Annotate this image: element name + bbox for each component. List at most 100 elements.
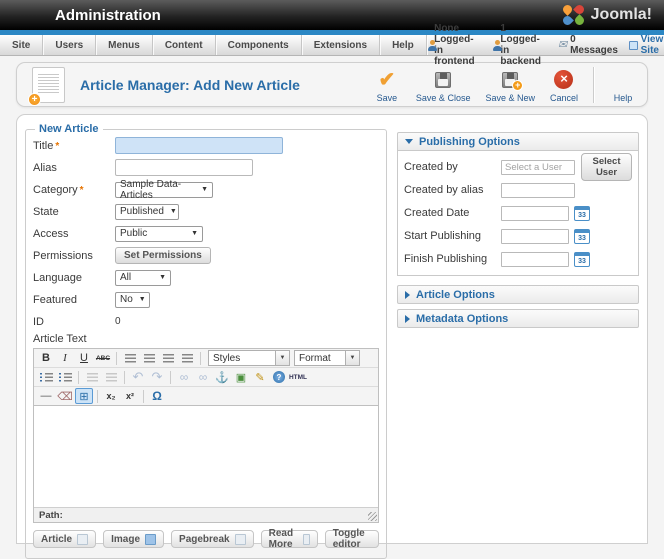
insert-table-button[interactable]: ⊞ [75, 388, 93, 404]
toggle-editor-button[interactable]: Toggle editor [325, 530, 379, 548]
anchor-button[interactable]: ⚓ [213, 369, 231, 385]
title-input[interactable] [115, 137, 283, 154]
subscript-button[interactable]: x₂ [102, 388, 120, 404]
article-options-header[interactable]: Article Options [397, 285, 639, 304]
article-text-editor: B I U ABC Styles▼ Format▼ [33, 348, 379, 523]
menu-item-site[interactable]: Site [0, 35, 43, 55]
access-select[interactable]: Public▼ [115, 226, 203, 242]
finish-publishing-row: Finish Publishing 33 [404, 251, 632, 267]
help-globe-icon: ? [273, 371, 285, 383]
created-by-row: Created by Select User [404, 159, 632, 175]
numbered-list-button[interactable] [56, 369, 74, 385]
category-select[interactable]: Sample Data-Articles▼ [115, 182, 213, 198]
article-form-column: New Article Title* Alias Category* Sampl… [25, 123, 387, 559]
created-by-input[interactable] [501, 160, 575, 175]
calendar-icon[interactable]: 33 [574, 206, 590, 221]
page-toolbar: + Article Manager: Add New Article ✔ Sav… [16, 62, 648, 107]
publishing-options-header[interactable]: Publishing Options [397, 132, 639, 151]
caret-down-icon: ▼ [345, 351, 359, 365]
insert-image-modal-button[interactable]: Image [103, 530, 164, 548]
insert-image-button[interactable]: ▣ [232, 369, 250, 385]
cancel-label: Cancel [550, 93, 578, 103]
editor-status-bar: Path: [34, 507, 378, 522]
italic-button[interactable]: I [56, 350, 74, 366]
toolbar-divider [116, 352, 117, 365]
menu-item-help[interactable]: Help [380, 35, 427, 55]
save-new-button[interactable]: + Save & New [485, 70, 535, 103]
calendar-icon[interactable]: 33 [574, 252, 590, 267]
outdent-button[interactable] [83, 369, 101, 385]
add-badge-icon: + [28, 93, 41, 106]
align-left-button[interactable] [121, 350, 139, 366]
bullet-list-button[interactable] [37, 369, 55, 385]
state-select[interactable]: Published▼ [115, 204, 179, 220]
metadata-options-header[interactable]: Metadata Options [397, 309, 639, 328]
editor-toolbar-row3: — ⌫ ⊞ x₂ x² Ω [34, 387, 378, 406]
save-close-button[interactable]: Save & Close [416, 70, 471, 103]
remove-format-button[interactable]: ⌫ [56, 388, 74, 404]
created-date-input[interactable] [501, 206, 569, 221]
backend-status: 1 Logged-in backend [492, 23, 547, 67]
help-arrows-icon [613, 70, 633, 90]
align-center-button[interactable] [140, 350, 158, 366]
editor-help-button[interactable]: ? [270, 369, 288, 385]
alias-row: Alias [33, 159, 379, 176]
created-by-label: Created by [404, 161, 501, 173]
align-right-button[interactable] [159, 350, 177, 366]
help-button[interactable]: Help [609, 70, 637, 103]
view-site-link[interactable]: View Site [629, 34, 664, 56]
finish-publishing-input[interactable] [501, 252, 569, 267]
chevron-down-icon [405, 139, 413, 144]
align-justify-button[interactable] [178, 350, 196, 366]
cleanup-button[interactable]: ✎ [251, 369, 269, 385]
calendar-icon[interactable]: 33 [574, 229, 590, 244]
publishing-options-title: Publishing Options [419, 136, 520, 148]
superscript-button[interactable]: x² [121, 388, 139, 404]
redo-button[interactable]: ↷ [148, 369, 166, 385]
help-label: Help [614, 93, 633, 103]
app-title: Administration [55, 7, 161, 24]
insert-link-button[interactable]: ∞ [175, 369, 193, 385]
resize-handle[interactable] [368, 512, 377, 521]
unlink-button[interactable]: ∞ [194, 369, 212, 385]
insert-article-button[interactable]: Article [33, 530, 96, 548]
set-permissions-button[interactable]: Set Permissions [115, 247, 211, 264]
special-character-button[interactable]: Ω [148, 388, 166, 404]
language-select[interactable]: All▼ [115, 270, 171, 286]
messages-link[interactable]: ✉ 0 Messages [558, 34, 618, 56]
select-user-button[interactable]: Select User [581, 153, 632, 181]
created-by-alias-input[interactable] [501, 183, 575, 198]
html-source-button[interactable]: HTML [289, 369, 307, 385]
menu-item-users[interactable]: Users [43, 35, 96, 55]
menu-item-components[interactable]: Components [216, 35, 302, 55]
featured-select[interactable]: No▼ [115, 292, 150, 308]
start-publishing-input[interactable] [501, 229, 569, 244]
menu-item-menus[interactable]: Menus [96, 35, 153, 55]
alias-label: Alias [33, 162, 115, 174]
menu-item-extensions[interactable]: Extensions [302, 35, 380, 55]
menu-item-content[interactable]: Content [153, 35, 216, 55]
bold-button[interactable]: B [37, 350, 55, 366]
menu-bar: Site Users Menus Content Components Exte… [0, 35, 664, 56]
readmore-button[interactable]: Read More [261, 530, 318, 548]
undo-button[interactable]: ↶ [129, 369, 147, 385]
alias-input[interactable] [115, 159, 253, 176]
permissions-label: Permissions [33, 250, 115, 262]
permissions-row: Permissions Set Permissions [33, 247, 379, 264]
plus-badge-icon: + [512, 80, 523, 91]
id-value: 0 [115, 316, 121, 327]
chevron-right-icon [405, 291, 410, 299]
view-site-label: View Site [641, 34, 664, 56]
horizontal-rule-button[interactable]: — [37, 388, 55, 404]
cancel-button[interactable]: × Cancel [550, 70, 578, 103]
caret-down-icon: ▼ [191, 230, 198, 237]
editor-canvas[interactable] [34, 406, 378, 507]
chevron-right-icon [405, 315, 410, 323]
styles-dropdown[interactable]: Styles▼ [208, 350, 290, 366]
format-dropdown[interactable]: Format▼ [294, 350, 360, 366]
strikethrough-button[interactable]: ABC [94, 350, 112, 366]
save-button[interactable]: ✔ Save [373, 70, 401, 103]
pagebreak-button[interactable]: Pagebreak [171, 530, 254, 548]
indent-button[interactable] [102, 369, 120, 385]
underline-button[interactable]: U [75, 350, 93, 366]
